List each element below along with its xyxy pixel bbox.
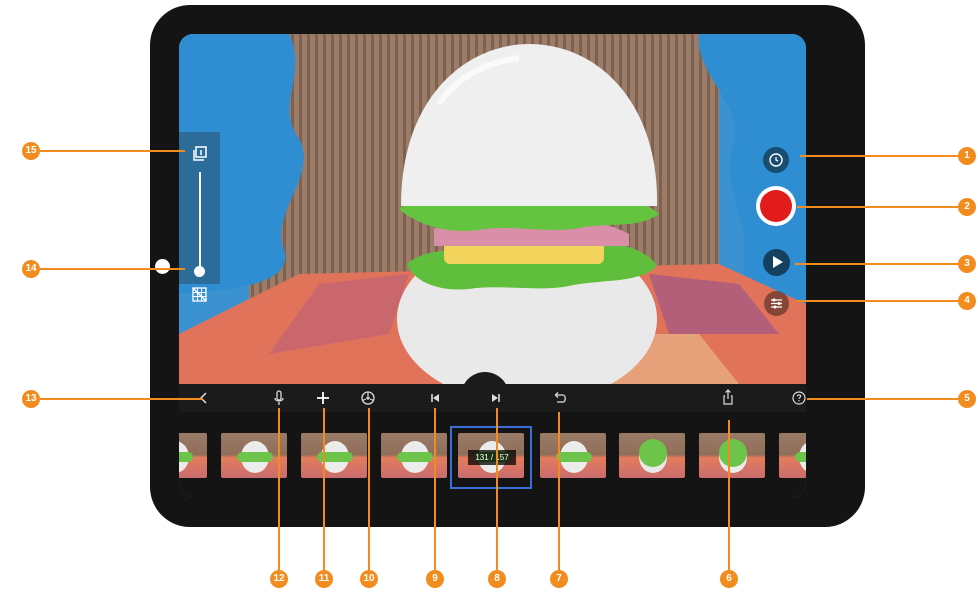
callout-badge-5: 5 — [958, 390, 976, 408]
app-screen: 131 / 157 — [179, 34, 806, 497]
callout-badge-4: 4 — [958, 292, 976, 310]
microphone-icon[interactable] — [268, 388, 290, 408]
skip-forward-icon[interactable] — [485, 388, 507, 408]
filmstrip[interactable]: 131 / 157 — [179, 412, 806, 497]
callout-badge-12: 12 — [270, 570, 288, 588]
opacity-slider-knob[interactable] — [194, 266, 205, 277]
callout-badge-11: 11 — [315, 570, 333, 588]
callout-badge-14: 14 — [22, 260, 40, 278]
film-frame[interactable] — [179, 433, 207, 478]
timer-icon[interactable] — [763, 147, 789, 173]
callout-badge-7: 7 — [550, 570, 568, 588]
callout-badge-8: 8 — [488, 570, 506, 588]
callout-line-2 — [797, 206, 958, 208]
callout-line-9 — [434, 408, 436, 570]
toolbar — [179, 372, 806, 412]
film-frame[interactable] — [381, 433, 447, 478]
film-frame[interactable] — [301, 433, 367, 478]
callout-line-6 — [728, 420, 730, 570]
callout-line-8 — [496, 408, 498, 570]
callout-line-11 — [323, 408, 325, 570]
camera-viewfinder — [179, 34, 806, 384]
plus-icon[interactable] — [312, 388, 334, 408]
film-frame[interactable] — [540, 433, 606, 478]
callout-badge-15: 15 — [22, 142, 40, 160]
help-icon[interactable] — [788, 388, 806, 408]
callout-badge-6: 6 — [720, 570, 738, 588]
callout-line-14 — [40, 268, 185, 270]
callout-line-3 — [795, 263, 958, 265]
film-frame[interactable] — [699, 433, 765, 478]
share-icon[interactable] — [717, 388, 739, 408]
home-button[interactable] — [155, 259, 170, 274]
callout-line-10 — [368, 408, 370, 570]
callout-badge-9: 9 — [426, 570, 444, 588]
callout-line-4 — [796, 300, 958, 302]
film-frame[interactable] — [619, 433, 685, 478]
grid-off-icon[interactable] — [191, 286, 208, 303]
callout-line-12 — [278, 408, 280, 570]
sliders-icon[interactable] — [764, 291, 789, 316]
onion-skin-icon[interactable] — [191, 145, 208, 162]
onion-skin-panel — [179, 132, 220, 302]
film-reel-icon[interactable] — [357, 388, 379, 408]
callout-badge-2: 2 — [958, 198, 976, 216]
opacity-slider-track[interactable] — [199, 172, 201, 272]
record-icon — [760, 190, 792, 222]
callout-line-1 — [800, 155, 958, 157]
undo-icon[interactable] — [549, 388, 571, 408]
callout-badge-13: 13 — [22, 390, 40, 408]
callout-line-5 — [807, 398, 958, 400]
callout-line-15 — [40, 150, 185, 152]
callout-badge-1: 1 — [958, 147, 976, 165]
callout-line-13 — [40, 398, 203, 400]
skip-back-icon[interactable] — [424, 388, 446, 408]
play-button[interactable] — [763, 249, 790, 276]
callout-badge-10: 10 — [360, 570, 378, 588]
callout-line-7 — [558, 412, 560, 570]
frame-counter: 131 / 157 — [468, 450, 516, 465]
play-icon — [773, 256, 783, 268]
film-frame[interactable] — [779, 433, 806, 478]
record-button[interactable] — [756, 186, 796, 226]
callout-badge-3: 3 — [958, 255, 976, 273]
